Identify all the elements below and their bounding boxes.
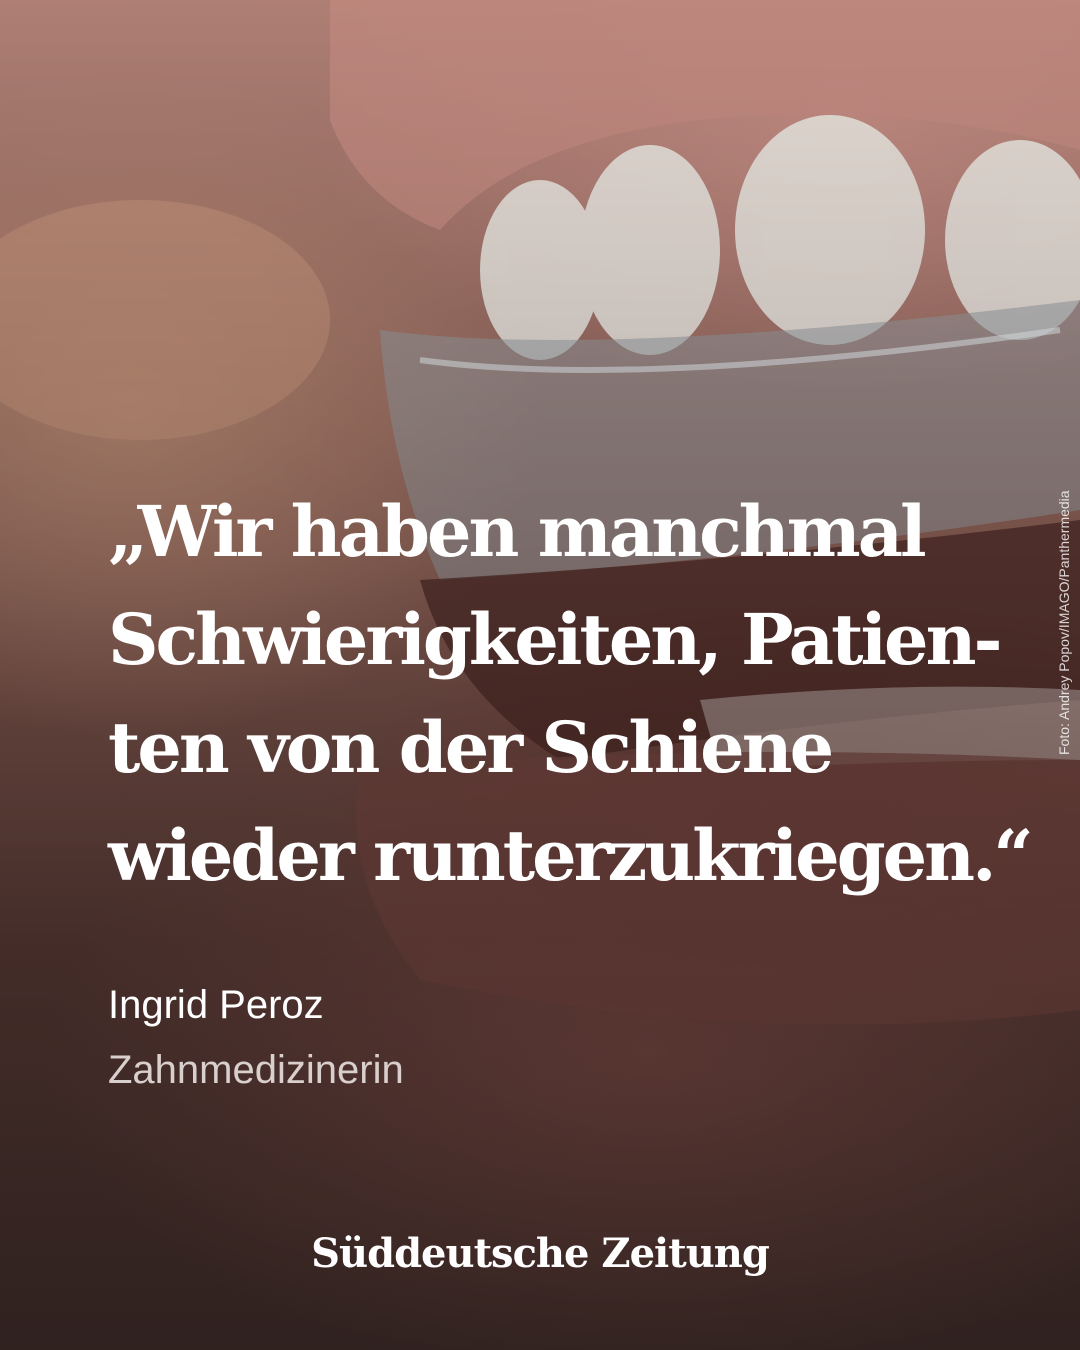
photo-credit: Foto: Andrey Popov/IMAGO/Panthermedia: [1056, 490, 1072, 755]
sz-logo: Süddeutsche Zeitung: [311, 1230, 770, 1277]
author-name: Ingrid Peroz: [108, 983, 324, 1027]
quote-line: Schwierigkeiten, Patien-: [108, 598, 1003, 681]
author-role: Zahnmedizinerin: [108, 1048, 404, 1092]
quote-line: „Wir haben manchmal: [108, 490, 927, 573]
quote-line: ten von der Schiene: [108, 706, 834, 789]
quote-line: wieder runterzukriegen.“: [108, 814, 1034, 897]
quote-text: „Wir haben manchmal Schwierigkeiten, Pat…: [108, 478, 1034, 910]
quote-card: „Wir haben manchmal Schwierigkeiten, Pat…: [0, 0, 1080, 1350]
